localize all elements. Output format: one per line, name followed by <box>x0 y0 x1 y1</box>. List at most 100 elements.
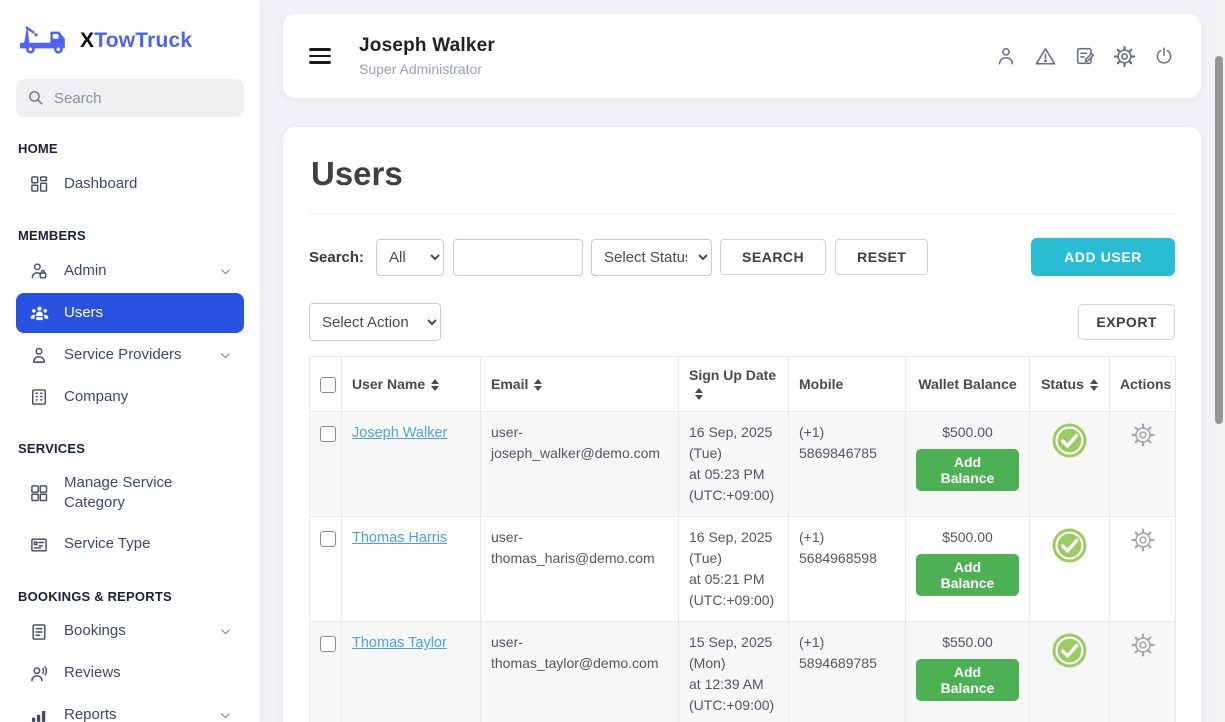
sidebar-search <box>16 79 244 117</box>
sidebar-item-label: Users <box>64 303 104 321</box>
current-user-name: Joseph Walker <box>359 35 495 56</box>
sidebar-item-reviews[interactable]: Reviews <box>16 654 244 694</box>
filter-by-select[interactable]: All <box>376 238 445 276</box>
profile-icon[interactable] <box>995 45 1017 67</box>
bulk-action-select[interactable]: Select Action <box>309 303 441 341</box>
sidebar-item-reports[interactable]: Reports <box>16 696 244 722</box>
add-balance-button[interactable]: Add Balance <box>916 554 1019 597</box>
wallet-balance-cell: $550.00 Add Balance <box>905 621 1030 722</box>
row-settings-gear-icon[interactable] <box>1130 527 1156 556</box>
sidebar-item-label: Reviews <box>64 664 121 682</box>
user-name-cell: Thomas Harris <box>341 516 481 623</box>
status-active-icon[interactable] <box>1051 527 1088 570</box>
column-header-actions: Actions <box>1109 355 1176 413</box>
category-icon <box>28 482 50 504</box>
menu-toggle-icon[interactable] <box>309 44 331 68</box>
email-cell: user-thomas_taylor@demo.com <box>480 621 679 722</box>
user-name-link[interactable]: Thomas Harris <box>352 530 447 546</box>
column-label: Email <box>491 376 529 393</box>
column-header-mobile: Mobile <box>788 355 906 413</box>
page-scrollbar-track[interactable] <box>1213 0 1225 722</box>
wallet-balance-cell: $500.00 Add Balance <box>905 411 1030 518</box>
sidebar-item-users[interactable]: Users <box>16 293 244 333</box>
signup-date-cell: 16 Sep, 2025 (Tue) at 05:23 PM (UTC:+09:0… <box>678 411 789 518</box>
main-area: Joseph Walker Super Administrator Users … <box>260 0 1225 722</box>
reset-button[interactable]: RESET <box>835 239 929 275</box>
sort-icon[interactable] <box>695 388 703 401</box>
export-button[interactable]: EXPORT <box>1078 304 1175 340</box>
sidebar-search-input[interactable] <box>16 79 244 117</box>
sidebar-item-label: Service Providers <box>64 345 182 363</box>
select-all-header <box>309 355 342 413</box>
user-name-cell: Thomas Taylor <box>341 621 481 722</box>
row-select-cell <box>309 411 342 518</box>
reviews-icon <box>28 663 50 685</box>
status-cell <box>1029 621 1110 722</box>
column-header-status[interactable]: Status <box>1029 355 1110 413</box>
status-cell <box>1029 411 1110 518</box>
mobile-prefix: (+1) <box>799 529 825 546</box>
add-user-button[interactable]: ADD USER <box>1031 238 1175 276</box>
admin-icon <box>28 260 50 282</box>
form-icon[interactable] <box>1074 45 1096 67</box>
sidebar-item-service-providers[interactable]: Service Providers <box>16 335 244 375</box>
page-title: Users <box>311 155 403 192</box>
select-all-checkbox[interactable] <box>320 377 336 394</box>
signup-date-cell: 15 Sep, 2025 (Mon) at 12:39 AM (UTC:+09:0… <box>678 621 789 722</box>
status-active-icon[interactable] <box>1051 422 1088 465</box>
signup-date: 16 Sep, 2025 (Tue) <box>689 529 773 567</box>
brand-logo[interactable]: XTowTruck <box>16 22 244 59</box>
user-name-link[interactable]: Thomas Taylor <box>352 635 447 651</box>
topbar: Joseph Walker Super Administrator <box>283 14 1201 98</box>
search-button[interactable]: SEARCH <box>720 239 827 275</box>
sort-icon[interactable] <box>1089 379 1098 392</box>
row-settings-gear-icon[interactable] <box>1130 632 1156 661</box>
search-keyword-input[interactable] <box>453 238 584 276</box>
users-table: User Name Email Sign Up Date Mobile Wallet B… <box>309 355 1176 722</box>
table-row-joseph-walker: Joseph Walker user-joseph_walker@demo.com… <box>309 411 1176 518</box>
chevron-down-icon <box>219 349 232 362</box>
sidebar-item-admin[interactable]: Admin <box>16 251 244 291</box>
alert-icon[interactable] <box>1034 45 1057 68</box>
sort-icon[interactable] <box>431 379 440 392</box>
page-scrollbar-thumb[interactable] <box>1215 56 1223 424</box>
status-active-icon[interactable] <box>1051 632 1088 675</box>
current-user-role: Super Administrator <box>359 61 482 77</box>
settings-icon[interactable] <box>1113 45 1136 68</box>
status-filter-select[interactable]: Select Status <box>591 238 713 276</box>
sidebar-item-bookings[interactable]: Bookings <box>16 612 244 652</box>
row-select-cell <box>309 516 342 623</box>
email-cell: user-joseph_walker@demo.com <box>480 411 679 518</box>
power-icon[interactable] <box>1153 45 1175 67</box>
user-name-link[interactable]: Joseph Walker <box>352 425 447 441</box>
column-header-email[interactable]: Email <box>480 355 679 413</box>
column-label: Mobile <box>799 376 844 393</box>
row-checkbox[interactable] <box>320 530 336 547</box>
column-header-user-name[interactable]: User Name <box>341 355 481 413</box>
column-header-sign-up-date[interactable]: Sign Up Date <box>678 355 789 413</box>
sidebar-item-label: Company <box>64 387 129 405</box>
users-table-head: User Name Email Sign Up Date Mobile Wallet B… <box>309 355 1176 413</box>
sidebar-item-dashboard[interactable]: Dashboard <box>16 164 244 204</box>
signup-time: at 12:39 AM (UTC:+09:00) <box>689 676 775 714</box>
sidebar-item-manage-service-category[interactable]: Manage Service Category <box>16 464 244 523</box>
sidebar-nav: HOME Dashboard MEMBERS Admin Users Service Pr… <box>16 141 244 722</box>
add-balance-button[interactable]: Add Balance <box>916 659 1019 702</box>
mobile-cell: (+1) 5894689785 <box>788 621 906 722</box>
wallet-balance-cell: $500.00 Add Balance <box>905 516 1030 623</box>
dashboard-icon <box>28 173 50 195</box>
sidebar-item-company[interactable]: Company <box>16 377 244 417</box>
mobile-number: 5894689785 <box>799 655 877 672</box>
row-checkbox[interactable] <box>320 425 336 442</box>
sort-icon[interactable] <box>534 379 543 392</box>
row-settings-gear-icon[interactable] <box>1130 422 1156 451</box>
row-checkbox[interactable] <box>320 635 336 652</box>
sidebar-item-service-type[interactable]: Service Type <box>16 525 244 565</box>
sidebar-item-label: Bookings <box>64 622 126 640</box>
table-row-thomas-taylor: Thomas Taylor user-thomas_taylor@demo.com… <box>309 621 1176 722</box>
add-balance-button[interactable]: Add Balance <box>916 449 1019 492</box>
title-divider <box>309 213 1175 214</box>
column-label: User Name <box>352 376 426 393</box>
email-cell: user-thomas_haris@demo.com <box>480 516 679 623</box>
users-icon <box>28 302 50 324</box>
